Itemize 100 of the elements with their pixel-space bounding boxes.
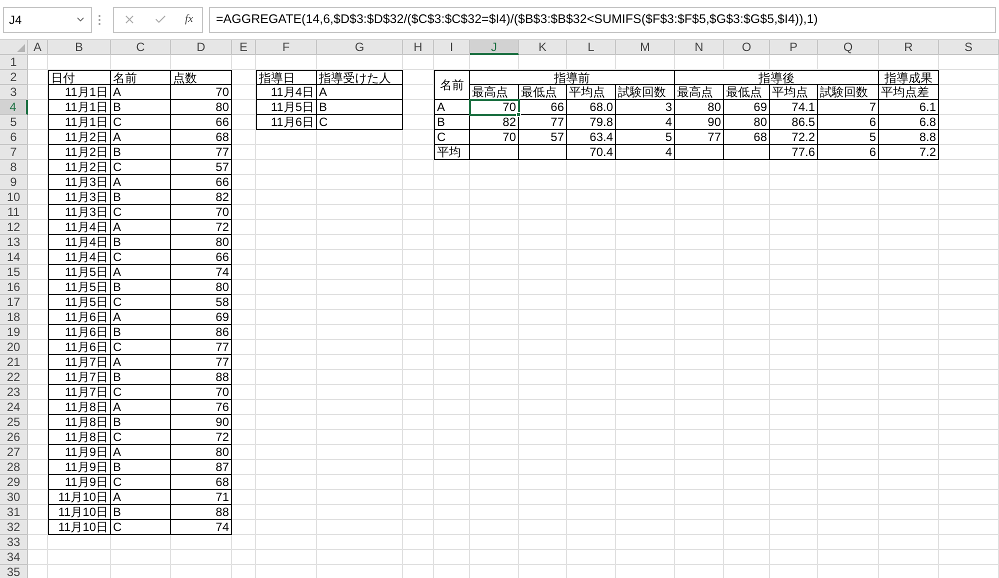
row-header[interactable]: 27 xyxy=(0,445,28,460)
table-cell: 5 xyxy=(616,130,675,145)
row-header[interactable]: 22 xyxy=(0,370,28,385)
table-cell: 66 xyxy=(171,115,232,130)
column-header[interactable]: O xyxy=(724,40,770,55)
table-cell: 11月10日 xyxy=(48,520,111,535)
row-header[interactable]: 16 xyxy=(0,280,28,295)
table-cell: 指導前 xyxy=(470,70,675,85)
table-cell: 指導成果 xyxy=(879,70,939,85)
table-cell: 77 xyxy=(519,115,567,130)
cancel-icon[interactable] xyxy=(123,13,136,26)
table-cell: 80 xyxy=(171,280,232,295)
table-cell: 68.0 xyxy=(567,100,616,115)
row-header[interactable]: 25 xyxy=(0,415,28,430)
table-cell: C xyxy=(111,295,171,310)
column-header[interactable]: S xyxy=(939,40,999,55)
row-header[interactable]: 24 xyxy=(0,400,28,415)
row-header[interactable]: 30 xyxy=(0,490,28,505)
row-header[interactable]: 8 xyxy=(0,160,28,175)
row-header[interactable]: 32 xyxy=(0,520,28,535)
table-cell: 57 xyxy=(171,160,232,175)
column-header[interactable]: I xyxy=(434,40,470,55)
table-cell: 77 xyxy=(171,355,232,370)
table-cell: 平均 xyxy=(434,145,470,160)
column-header[interactable]: L xyxy=(567,40,616,55)
table-cell: A xyxy=(111,175,171,190)
column-header[interactable]: Q xyxy=(818,40,879,55)
row-header[interactable]: 31 xyxy=(0,505,28,520)
table-cell: B xyxy=(111,325,171,340)
table-cell: 88 xyxy=(171,505,232,520)
table-cell: 74 xyxy=(171,265,232,280)
table-cell: 66 xyxy=(171,175,232,190)
column-header[interactable]: H xyxy=(403,40,434,55)
row-header[interactable]: 10 xyxy=(0,190,28,205)
column-header[interactable]: C xyxy=(111,40,171,55)
row-header[interactable]: 21 xyxy=(0,355,28,370)
fill-handle[interactable] xyxy=(516,112,521,117)
table-cell: 7.2 xyxy=(879,145,939,160)
column-header[interactable]: F xyxy=(256,40,317,55)
row-header[interactable]: 6 xyxy=(0,130,28,145)
column-header[interactable]: D xyxy=(171,40,232,55)
row-header[interactable]: 29 xyxy=(0,475,28,490)
row-header[interactable]: 1 xyxy=(0,55,28,70)
table-cell: 11月8日 xyxy=(48,400,111,415)
row-header[interactable]: 7 xyxy=(0,145,28,160)
row-header[interactable]: 23 xyxy=(0,385,28,400)
table-cell: 86 xyxy=(171,325,232,340)
table-cell: 最高点 xyxy=(470,85,519,100)
table-cell: 71 xyxy=(171,490,232,505)
table-cell: 76 xyxy=(171,400,232,415)
row-header[interactable]: 15 xyxy=(0,265,28,280)
row-header[interactable]: 11 xyxy=(0,205,28,220)
table-cell: 57 xyxy=(519,130,567,145)
column-header[interactable]: M xyxy=(616,40,675,55)
select-all-icon[interactable] xyxy=(17,44,25,52)
column-header[interactable]: J xyxy=(470,40,519,55)
table-cell: 72 xyxy=(171,430,232,445)
column-header[interactable]: A xyxy=(28,40,48,55)
table-cell: 平均点 xyxy=(770,85,818,100)
table-cell: 11月3日 xyxy=(48,205,111,220)
column-header[interactable]: R xyxy=(879,40,939,55)
row-header[interactable]: 9 xyxy=(0,175,28,190)
column-header[interactable]: N xyxy=(675,40,724,55)
table-cell: 90 xyxy=(171,415,232,430)
row-header[interactable]: 19 xyxy=(0,325,28,340)
row-header[interactable]: 35 xyxy=(0,565,28,578)
table-cell: 11月3日 xyxy=(48,190,111,205)
column-header[interactable]: K xyxy=(519,40,567,55)
table-cell: C xyxy=(111,520,171,535)
table-cell: B xyxy=(317,100,403,115)
row-header[interactable]: 28 xyxy=(0,460,28,475)
row-header[interactable]: 5 xyxy=(0,115,28,130)
row-header[interactable]: 20 xyxy=(0,340,28,355)
column-header[interactable]: P xyxy=(770,40,818,55)
row-header[interactable]: 13 xyxy=(0,235,28,250)
table-cell: 77.6 xyxy=(770,145,818,160)
row-header[interactable]: 18 xyxy=(0,310,28,325)
formula-field[interactable]: =AGGREGATE(14,6,$D$3:$D$32/($C$3:$C$32=$I4)/($B$3:$B$32<SUMIFS($F$3:$F$5,$G$3:$G$5,$I4)),1) xyxy=(209,6,996,32)
row-header[interactable]: 17 xyxy=(0,295,28,310)
row-header[interactable]: 34 xyxy=(0,550,28,565)
column-header[interactable]: E xyxy=(232,40,256,55)
table-cell: 名前 xyxy=(111,70,171,85)
insert-function-button[interactable]: fx xyxy=(185,11,193,28)
table-cell: 82 xyxy=(171,190,232,205)
column-header[interactable]: B xyxy=(48,40,111,55)
row-header[interactable]: 14 xyxy=(0,250,28,265)
row-header[interactable]: 4 xyxy=(0,100,28,115)
row-header[interactable]: 2 xyxy=(0,70,28,85)
table-cell: C xyxy=(111,205,171,220)
table-cell: 66 xyxy=(171,250,232,265)
row-header[interactable]: 33 xyxy=(0,535,28,550)
table-cell: 11月4日 xyxy=(48,250,111,265)
table-cell: 点数 xyxy=(171,70,232,85)
table-cell: 日付 xyxy=(48,70,111,85)
row-header[interactable]: 3 xyxy=(0,85,28,100)
name-box[interactable]: J4 xyxy=(3,6,92,32)
row-header[interactable]: 12 xyxy=(0,220,28,235)
table-cell: 11月6日 xyxy=(48,340,111,355)
row-header[interactable]: 26 xyxy=(0,430,28,445)
column-header[interactable]: G xyxy=(317,40,403,55)
